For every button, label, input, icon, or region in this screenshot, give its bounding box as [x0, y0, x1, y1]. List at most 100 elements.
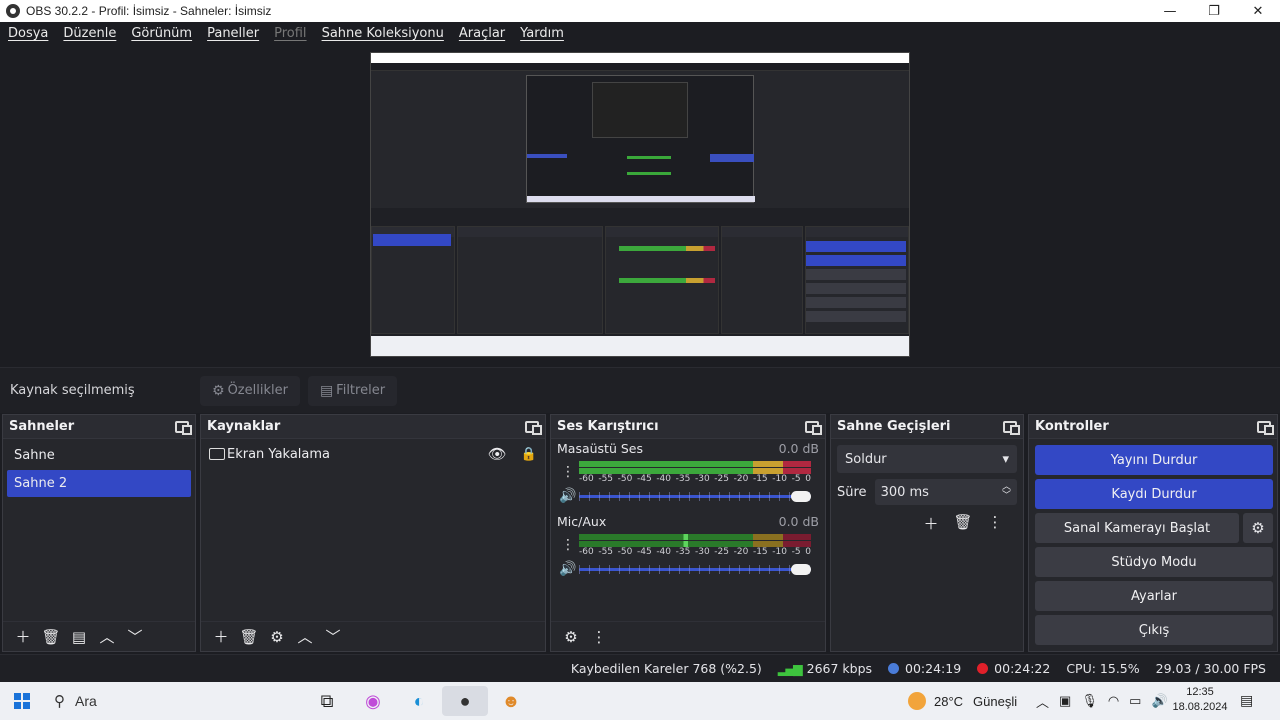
game-app-icon[interactable]: ☻	[488, 686, 534, 716]
notification-icon[interactable]: ▤	[1240, 692, 1253, 709]
volume-slider[interactable]	[579, 488, 811, 504]
preview-button	[806, 311, 906, 322]
sources-toolbar: ＋ 🗑 ⚙ ︿ ﹀	[201, 621, 545, 651]
wifi-icon[interactable]: ◠	[1108, 693, 1119, 709]
studio-mode-button[interactable]: Stüdyo Modu	[1035, 547, 1273, 577]
exit-button[interactable]: Çıkış	[1035, 615, 1273, 645]
scale-tick: -35	[675, 474, 691, 484]
undock-icon[interactable]	[805, 420, 822, 435]
move-down-icon[interactable]: ﹀	[121, 626, 149, 647]
dock-header: Sahneler	[3, 415, 195, 439]
menu-profile[interactable]: Profil	[274, 26, 306, 41]
lock-icon[interactable]: 🔒	[521, 447, 537, 462]
undock-icon[interactable]	[1257, 420, 1274, 435]
preview-button	[806, 255, 906, 266]
taskbar-clock[interactable]: 12:35 18.08.2024	[1172, 685, 1228, 715]
virtual-camera-settings-gear-icon[interactable]: ⚙	[1243, 513, 1273, 543]
taskbar-search[interactable]: ⚲ Ara	[44, 686, 244, 716]
channel-menu-icon[interactable]: ⋮	[557, 464, 579, 480]
close-button[interactable]: ✕	[1236, 0, 1280, 22]
move-up-icon[interactable]: ︿	[291, 626, 319, 647]
menu-tools[interactable]: Araçlar	[459, 26, 505, 41]
source-item[interactable]: Ekran Yakalama 👁 🔒	[201, 439, 545, 469]
microphone-icon[interactable]: 🎙	[1081, 693, 1098, 709]
scale-tick: -45	[636, 474, 652, 484]
start-virtual-camera-button[interactable]: Sanal Kamerayı Başlat	[1035, 513, 1239, 543]
filter-icon[interactable]: ▤	[65, 628, 93, 646]
add-icon[interactable]: ＋	[915, 513, 947, 534]
weather-widget[interactable]: 28°C Güneşli	[908, 682, 1017, 720]
sources-dock: Kaynaklar Ekran Yakalama 👁 🔒 ＋ 🗑 ⚙ ︿ ﹀	[200, 414, 546, 652]
duration-label: Süre	[837, 484, 867, 500]
trash-icon[interactable]: 🗑	[947, 513, 979, 534]
speaker-icon[interactable]: 🔊	[557, 561, 579, 577]
stop-recording-button[interactable]: Kaydı Durdur	[1035, 479, 1273, 509]
move-up-icon[interactable]: ︿	[93, 626, 121, 647]
menu-docks[interactable]: Paneller	[207, 26, 259, 41]
menu-scene-collection[interactable]: Sahne Koleksiyonu	[322, 26, 444, 41]
speaker-icon[interactable]: 🔊	[557, 488, 579, 504]
minimize-button[interactable]: —	[1148, 0, 1192, 22]
copilot-app-icon[interactable]: ◉	[350, 686, 396, 716]
menu-view[interactable]: Görünüm	[131, 26, 192, 41]
add-icon[interactable]: ＋	[9, 626, 37, 647]
volume-icon[interactable]: 🔊	[1151, 693, 1167, 709]
properties-button[interactable]: ⚙ Özellikler	[200, 375, 300, 406]
meter-scale: -60 -55 -50 -45 -40 -35 -30 -25 -20 -15 …	[579, 474, 811, 484]
undock-icon[interactable]	[525, 420, 542, 435]
preview-dock-selection	[373, 234, 451, 246]
maximize-button[interactable]: ❐	[1192, 0, 1236, 22]
mixer-menu-icon[interactable]: ⋮	[585, 628, 613, 646]
settings-button[interactable]: Ayarlar	[1035, 581, 1273, 611]
volume-slider[interactable]	[579, 561, 811, 577]
dock-header: Kontroller	[1029, 415, 1277, 439]
slider-handle[interactable]	[791, 491, 811, 502]
scale-tick: -30	[694, 474, 710, 484]
dock-header: Sahne Geçişleri	[831, 415, 1023, 439]
stop-streaming-button[interactable]: Yayını Durdur	[1035, 445, 1273, 475]
channel-menu-icon[interactable]: ⋮	[557, 537, 579, 553]
spinner-arrows-icon[interactable]: ︿ ﹀	[1002, 483, 1011, 501]
meter-bar	[579, 534, 811, 540]
scale-tick: -30	[694, 547, 710, 557]
task-view-icon[interactable]: ⧉	[304, 686, 350, 716]
edge-browser-icon[interactable]: ◐	[396, 686, 442, 716]
obs-app-icon[interactable]: ●	[442, 686, 488, 716]
advanced-audio-icon[interactable]: ⚙	[557, 628, 585, 646]
scene-item-selected[interactable]: Sahne 2	[7, 470, 191, 497]
filters-button[interactable]: ▤ Filtreler	[307, 375, 398, 406]
tray-chevron-icon[interactable]: ︿	[1036, 692, 1049, 711]
gear-icon[interactable]: ⚙	[263, 628, 291, 646]
menu-bar: Dosya Düzenle Görünüm Paneller Profil Sa…	[0, 22, 1280, 44]
tray-app-icon[interactable]: ▣	[1059, 693, 1071, 709]
battery-icon[interactable]: ▭	[1129, 693, 1141, 709]
menu-file[interactable]: Dosya	[8, 26, 48, 41]
window-title: OBS 30.2.2 - Profil: İsimsiz - Sahneler:…	[26, 4, 272, 18]
duration-input[interactable]: 300 ms ︿ ﹀	[874, 479, 1017, 505]
undock-icon[interactable]	[175, 420, 192, 435]
trash-icon[interactable]: 🗑	[37, 628, 65, 646]
preview-area[interactable]	[0, 44, 1280, 366]
slider-handle[interactable]	[791, 564, 811, 575]
preview-button	[806, 297, 906, 308]
obs-logo-icon	[6, 4, 20, 18]
menu-help[interactable]: Yardım	[520, 26, 564, 41]
preview-nested-preview	[592, 82, 688, 138]
scale-tick: -25	[714, 547, 729, 557]
start-button[interactable]	[0, 693, 44, 709]
stream-icon	[888, 663, 900, 674]
scale-tick: -50	[617, 547, 633, 557]
trash-icon[interactable]: 🗑	[235, 628, 263, 646]
stream-time-status: 00:24:19	[888, 661, 961, 676]
move-down-icon[interactable]: ﹀	[319, 626, 347, 647]
menu-edit[interactable]: Düzenle	[63, 26, 116, 41]
more-icon[interactable]: ⋮	[979, 513, 1011, 534]
eye-icon[interactable]: 👁	[488, 445, 507, 463]
transition-select[interactable]: Soldur ▾	[837, 445, 1017, 473]
audio-mixer-dock: Ses Karıştırıcı Masaüstü Ses 0.0 dB ⋮ -6…	[550, 414, 826, 652]
add-icon[interactable]: ＋	[207, 626, 235, 647]
mixer-toolbar: ⚙ ⋮	[551, 621, 825, 651]
undock-icon[interactable]	[1003, 420, 1020, 435]
scene-item[interactable]: Sahne	[7, 442, 191, 469]
preview-canvas[interactable]	[370, 52, 910, 357]
